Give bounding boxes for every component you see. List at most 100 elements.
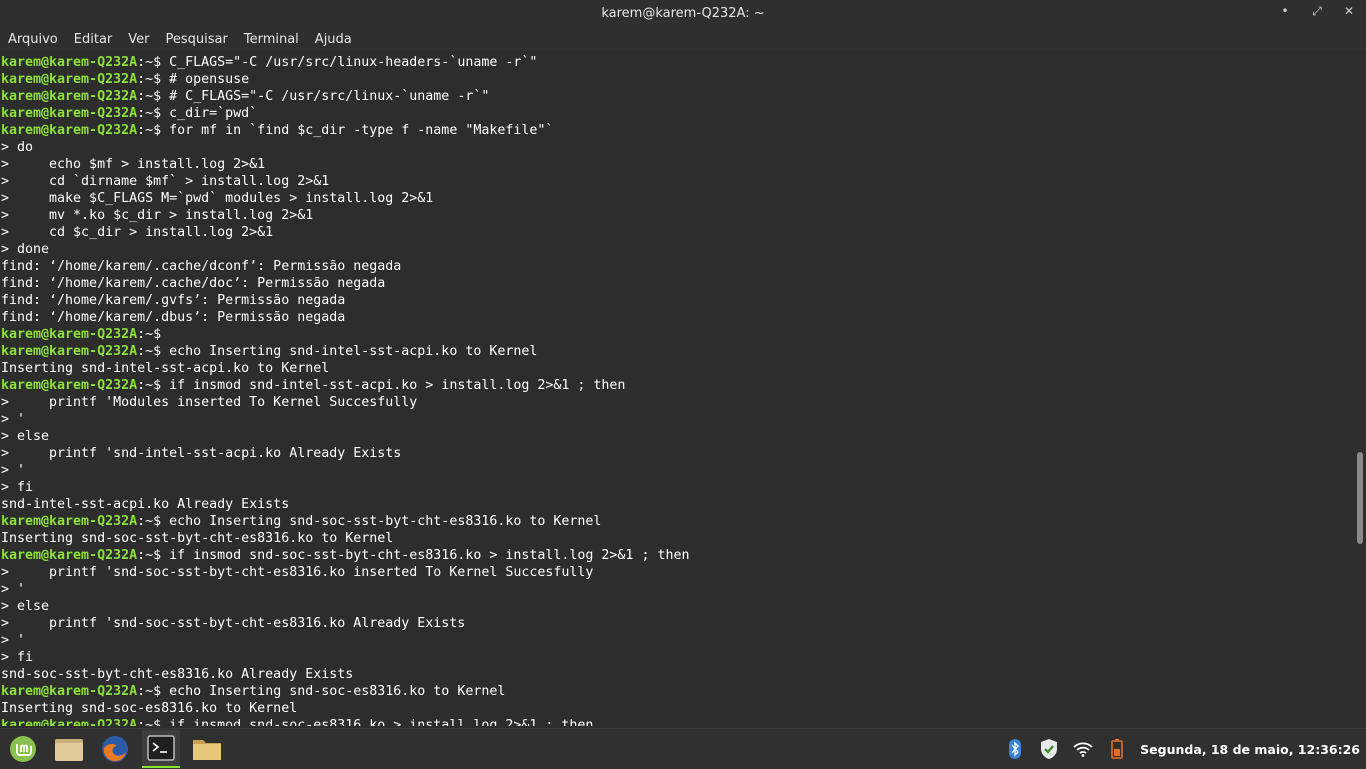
terminal-prompt-line: karem@karem-Q232A:~$ c_dir=`pwd` — [0, 105, 1356, 122]
menu-pesquisar[interactable]: Pesquisar — [158, 32, 236, 47]
terminal-output-line: > else — [0, 428, 1356, 445]
bluetooth-icon[interactable] — [1004, 738, 1026, 760]
line-text: > else — [1, 429, 50, 444]
line-text: if insmod snd-soc-sst-byt-cht-es8316.ko … — [169, 548, 690, 563]
line-text: > ' — [1, 412, 26, 427]
battery-icon[interactable] — [1106, 738, 1128, 760]
prompt-path: :~ — [137, 344, 154, 359]
terminal-output-line: Inserting snd-soc-es8316.ko to Kernel — [0, 700, 1356, 717]
terminal-prompt-line: karem@karem-Q232A:~$ if insmod snd-soc-e… — [0, 717, 1356, 726]
terminal-output-line: > printf 'snd-soc-sst-byt-cht-es8316.ko … — [0, 564, 1356, 581]
prompt-user: karem@karem-Q232A — [1, 718, 138, 726]
prompt-symbol: $ — [153, 514, 170, 529]
terminal-output-line: > echo $mf > install.log 2>&1 — [0, 156, 1356, 173]
prompt-symbol: $ — [153, 684, 170, 699]
menu-ajuda[interactable]: Ajuda — [307, 32, 360, 47]
prompt-user: karem@karem-Q232A — [1, 123, 138, 138]
prompt-user: karem@karem-Q232A — [1, 327, 138, 342]
terminal-scrollbar[interactable] — [1356, 54, 1364, 726]
line-text: find: ‘/home/karem/.dbus’: Permissão neg… — [1, 310, 346, 325]
minimize-button[interactable]: • — [1278, 4, 1292, 19]
terminal-icon — [147, 735, 175, 761]
line-text: > cd $c_dir > install.log 2>&1 — [1, 225, 274, 240]
mint-menu-button[interactable] — [4, 730, 42, 768]
window-title: karem@karem-Q232A: ~ — [601, 6, 765, 21]
line-text: echo Inserting snd-soc-es8316.ko to Kern… — [169, 684, 506, 699]
taskbar: Segunda, 18 de maio, 12:36:26 — [0, 728, 1366, 769]
firefox-launcher[interactable] — [96, 730, 134, 768]
prompt-path: :~ — [137, 72, 154, 87]
terminal-output-line: find: ‘/home/karem/.cache/dconf’: Permis… — [0, 258, 1356, 275]
wifi-icon[interactable] — [1072, 738, 1094, 760]
terminal-output-line: > else — [0, 598, 1356, 615]
terminal-output-line: > ' — [0, 462, 1356, 479]
line-text: > done — [1, 242, 50, 257]
prompt-path: :~ — [137, 514, 154, 529]
prompt-path: :~ — [137, 123, 154, 138]
line-text: > printf 'Modules inserted To Kernel Suc… — [1, 395, 418, 410]
menu-arquivo[interactable]: Arquivo — [0, 32, 66, 47]
line-text: Inserting snd-soc-es8316.ko to Kernel — [1, 701, 298, 716]
folder-launcher[interactable] — [188, 730, 226, 768]
prompt-symbol: $ — [153, 327, 170, 342]
terminal-prompt-line: karem@karem-Q232A:~$ if insmod snd-soc-s… — [0, 547, 1356, 564]
terminal-output[interactable]: karem@karem-Q232A:~$ C_FLAGS="-C /usr/sr… — [0, 54, 1356, 726]
terminal-output-line: snd-intel-sst-acpi.ko Already Exists — [0, 496, 1356, 513]
prompt-path: :~ — [137, 718, 154, 726]
menu-editar[interactable]: Editar — [66, 32, 121, 47]
mint-menu-icon — [10, 736, 36, 762]
prompt-symbol: $ — [153, 55, 170, 70]
terminal-output-line: > ' — [0, 632, 1356, 649]
prompt-symbol: $ — [153, 548, 170, 563]
line-text: Inserting snd-soc-sst-byt-cht-es8316.ko … — [1, 531, 394, 546]
line-text: find: ‘/home/karem/.cache/doc’: Permissã… — [1, 276, 386, 291]
prompt-user: karem@karem-Q232A — [1, 514, 138, 529]
line-text: > make $C_FLAGS M=`pwd` modules > instal… — [1, 191, 434, 206]
line-text: > ' — [1, 463, 26, 478]
terminal-output-line: Inserting snd-soc-sst-byt-cht-es8316.ko … — [0, 530, 1356, 547]
terminal-prompt-line: karem@karem-Q232A:~$ — [0, 326, 1356, 343]
restore-button[interactable]: ⤢ — [1310, 4, 1324, 19]
window-titlebar[interactable]: karem@karem-Q232A: ~ • ⤢ ✕ — [0, 0, 1366, 28]
menu-bar: Arquivo Editar Ver Pesquisar Terminal Aj… — [0, 28, 1366, 50]
prompt-path: :~ — [137, 684, 154, 699]
prompt-path: :~ — [137, 378, 154, 393]
prompt-symbol: $ — [153, 123, 170, 138]
prompt-symbol: $ — [153, 378, 170, 393]
folder-icon — [193, 740, 221, 760]
line-text: > fi — [1, 650, 34, 665]
prompt-user: karem@karem-Q232A — [1, 684, 138, 699]
terminal-taskbar-button[interactable] — [142, 730, 180, 768]
terminal-output-line: > cd $c_dir > install.log 2>&1 — [0, 224, 1356, 241]
menu-ver[interactable]: Ver — [120, 32, 157, 47]
terminal-prompt-line: karem@karem-Q232A:~$ # C_FLAGS="-C /usr/… — [0, 88, 1356, 105]
line-text: C_FLAGS="-C /usr/src/linux-headers-`unam… — [169, 55, 538, 70]
prompt-symbol: $ — [153, 89, 170, 104]
prompt-symbol: $ — [153, 106, 170, 121]
terminal-output-line: > fi — [0, 649, 1356, 666]
prompt-symbol: $ — [153, 718, 170, 726]
line-text: > printf 'snd-intel-sst-acpi.ko Already … — [1, 446, 402, 461]
prompt-user: karem@karem-Q232A — [1, 344, 138, 359]
terminal-output-line: Inserting snd-intel-sst-acpi.ko to Kerne… — [0, 360, 1356, 377]
line-text: # C_FLAGS="-C /usr/src/linux-`uname -r`" — [169, 89, 490, 104]
firefox-icon — [102, 736, 128, 762]
close-button[interactable]: ✕ — [1342, 4, 1356, 19]
terminal-output-line: > ' — [0, 581, 1356, 598]
clock[interactable]: Segunda, 18 de maio, 12:36:26 — [1140, 742, 1360, 757]
terminal-output-line: > make $C_FLAGS M=`pwd` modules > instal… — [0, 190, 1356, 207]
prompt-user: karem@karem-Q232A — [1, 72, 138, 87]
line-text: snd-soc-sst-byt-cht-es8316.ko Already Ex… — [1, 667, 354, 682]
terminal-output-line: > cd `dirname $mf` > install.log 2>&1 — [0, 173, 1356, 190]
menu-terminal[interactable]: Terminal — [236, 32, 307, 47]
update-shield-icon[interactable] — [1038, 738, 1060, 760]
scrollbar-thumb[interactable] — [1357, 452, 1363, 544]
line-text: > fi — [1, 480, 34, 495]
prompt-user: karem@karem-Q232A — [1, 548, 138, 563]
files-launcher[interactable] — [50, 730, 88, 768]
line-text: echo Inserting snd-intel-sst-acpi.ko to … — [169, 344, 538, 359]
line-text: snd-intel-sst-acpi.ko Already Exists — [1, 497, 290, 512]
terminal-prompt-line: karem@karem-Q232A:~$ echo Inserting snd-… — [0, 683, 1356, 700]
files-icon — [55, 739, 83, 761]
prompt-path: :~ — [137, 89, 154, 104]
